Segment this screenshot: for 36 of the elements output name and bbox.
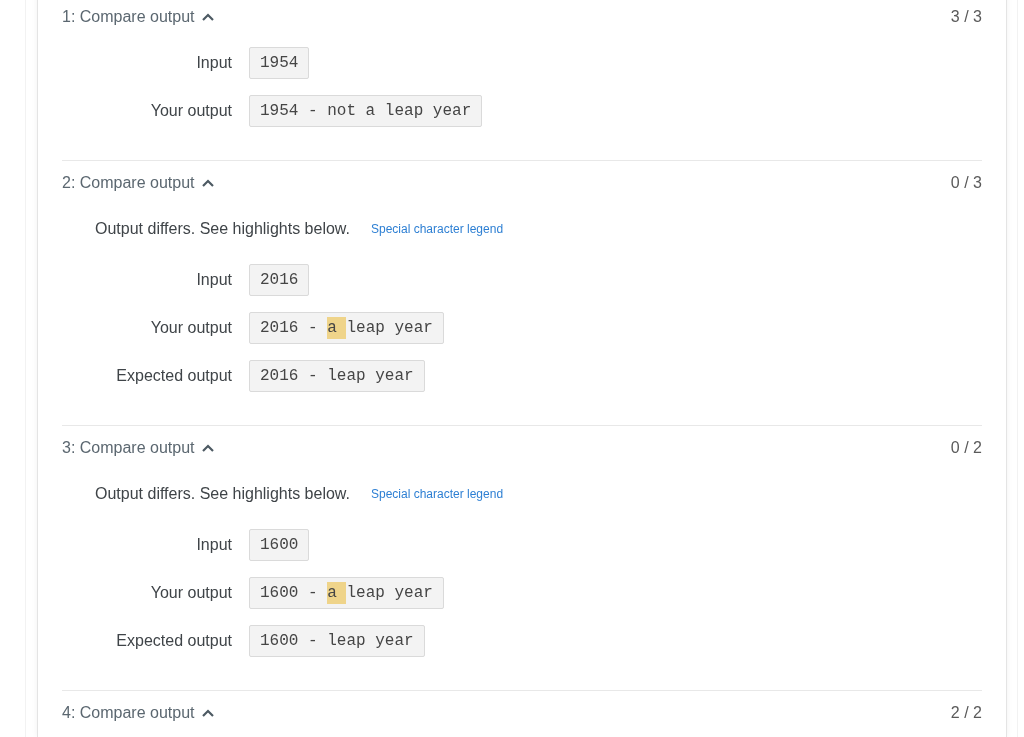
status-message: Output differs. See highlights below.	[95, 219, 350, 239]
special-character-legend-link[interactable]: Special character legend	[371, 486, 504, 502]
score: 3 / 3	[950, 7, 982, 27]
chevron-up-icon	[201, 13, 214, 21]
code-text: 1600 - leap year	[260, 631, 414, 652]
diff-highlight: a	[327, 317, 347, 339]
code-text: 2016	[260, 270, 299, 291]
row-label: Your output	[149, 318, 232, 338]
code-text: 2016 -	[260, 318, 319, 339]
code-text: 1954	[260, 53, 299, 74]
chevron-up-icon	[201, 444, 214, 452]
row-label: Input	[195, 270, 232, 290]
chevron-up-icon	[201, 709, 214, 717]
score: 0 / 3	[950, 173, 982, 193]
diff-highlight: a	[327, 582, 347, 604]
special-character-legend-link[interactable]: Special character legend	[371, 221, 504, 237]
row-label: Expected output	[115, 366, 232, 386]
score: 0 / 2	[950, 438, 982, 458]
code-text: 1600	[260, 535, 299, 556]
code-text: 1600 -	[260, 583, 319, 604]
status-message: Output differs. See highlights below.	[95, 484, 350, 504]
code-text: 2016 - leap year	[260, 366, 414, 387]
row-label: Input	[195, 535, 232, 555]
row-label: Input	[195, 53, 232, 73]
section-toggle[interactable]: 1: Compare output	[62, 7, 214, 27]
section-toggle[interactable]: 4: Compare output	[62, 703, 214, 723]
score: 2 / 2	[950, 703, 982, 723]
chevron-up-icon	[201, 179, 214, 187]
row-label: Your output	[149, 583, 232, 603]
code-text: leap year	[346, 318, 433, 339]
row-label: Your output	[149, 101, 232, 121]
code-text: 1954 - not a leap year	[260, 101, 472, 122]
section-toggle[interactable]: 3: Compare output	[62, 438, 214, 458]
code-text: leap year	[346, 583, 433, 604]
row-label: Expected output	[115, 631, 232, 651]
section-toggle[interactable]: 2: Compare output	[62, 173, 214, 193]
